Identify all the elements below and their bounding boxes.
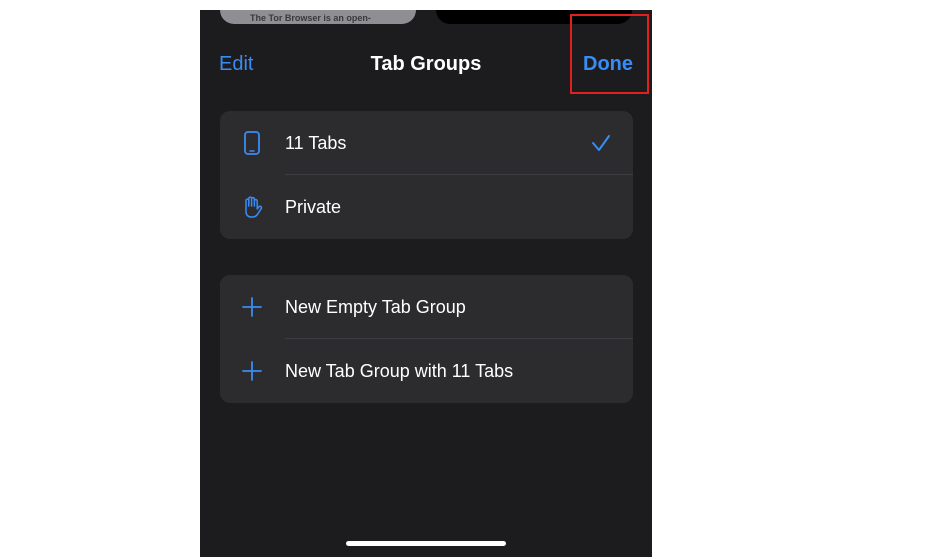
tab-groups-sheet: The Tor Browser is an open- Edit Tab Gro… (200, 10, 652, 557)
tab-thumbnail-left[interactable]: The Tor Browser is an open- (220, 10, 416, 24)
home-indicator[interactable] (346, 541, 506, 546)
action-label: New Tab Group with 11 Tabs (285, 360, 514, 381)
tab-group-label: 11 Tabs (285, 132, 347, 153)
tab-group-label: Private (285, 196, 342, 217)
done-highlight-annotation (570, 14, 649, 94)
tab-group-row-11-tabs[interactable]: 11 Tabs (220, 111, 633, 175)
tab-group-row-private[interactable]: Private (220, 175, 633, 239)
plus-icon (240, 359, 264, 383)
new-tab-group-with-tabs-button[interactable]: New Tab Group with 11 Tabs (220, 339, 633, 403)
checkmark-icon (591, 133, 611, 153)
hand-raised-icon (240, 195, 264, 219)
iphone-icon (240, 131, 264, 155)
action-label: New Empty Tab Group (285, 296, 466, 317)
tab-groups-list: 11 Tabs Private (220, 111, 633, 239)
new-empty-tab-group-button[interactable]: New Empty Tab Group (220, 275, 633, 339)
plus-icon (240, 295, 264, 319)
tab-thumbnail-text: The Tor Browser is an open- (250, 13, 371, 23)
tab-group-actions: New Empty Tab Group New Tab Group with 1… (220, 275, 633, 403)
